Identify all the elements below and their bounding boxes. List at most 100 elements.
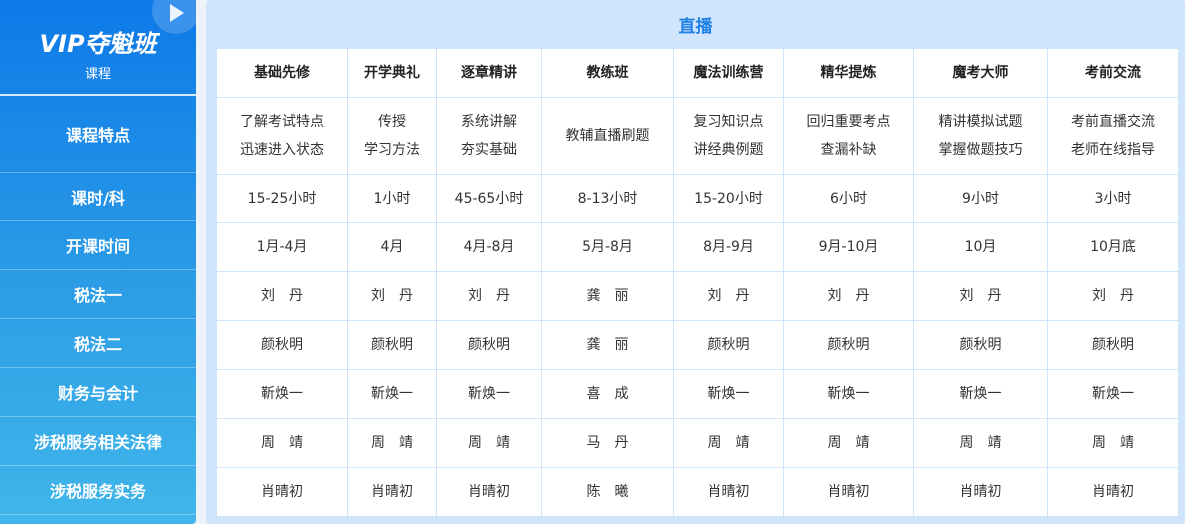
- table-cell: 考前直播交流 老师在线指导: [1047, 97, 1179, 175]
- cell-text: 了解考试特点: [240, 114, 324, 130]
- table-cell: 刘 丹: [216, 271, 348, 321]
- table-cell: 传授 学习方法: [347, 97, 437, 175]
- cell-text: 3小时: [1094, 190, 1132, 207]
- column-header: 精华提炼: [783, 48, 914, 98]
- cell-text: 颜秋明: [468, 337, 510, 353]
- table-cell: 精讲模拟试题 掌握做题技巧: [913, 97, 1048, 175]
- cell-text: 8-13小时: [577, 190, 638, 207]
- table-cell: 周 靖: [673, 418, 784, 468]
- sidebar-row-label: 税法二: [0, 319, 196, 368]
- cell-text: 考前直播交流: [1071, 114, 1155, 130]
- cell-text: 肖晴初: [468, 484, 510, 500]
- table-cell: 教辅直播刷题: [541, 97, 674, 175]
- table-cell: 靳焕一: [783, 369, 914, 419]
- table-cell: 肖晴初: [783, 467, 914, 517]
- cell-text: 传授: [378, 114, 406, 130]
- cell-text: 查漏补缺: [820, 142, 877, 158]
- table-cell: 刘 丹: [913, 271, 1048, 321]
- table-cell: 肖晴初: [913, 467, 1048, 517]
- cell-text: 马 丹: [586, 435, 629, 451]
- column-header: 开学典礼: [347, 48, 437, 98]
- sidebar-header: VIP夺魁班 课程: [0, 0, 196, 96]
- table-cell: 5月-8月: [541, 222, 674, 272]
- cell-text: 颜秋明: [827, 337, 870, 353]
- cell-text: 刘 丹: [468, 288, 510, 304]
- cell-text: 周 靖: [468, 435, 510, 451]
- table-cell: 颜秋明: [783, 320, 914, 370]
- sidebar-row-label: 开课时间: [0, 221, 196, 270]
- cell-text: 喜 成: [586, 386, 629, 402]
- cell-text: 精讲模拟试题: [938, 114, 1023, 130]
- table-row: 肖晴初 肖晴初 肖晴初 陈 曦 肖晴初 肖晴初 肖晴初 肖晴初: [216, 467, 1179, 517]
- table-cell: 了解考试特点 迅速进入状态: [216, 97, 348, 175]
- column-header: 逐章精讲: [436, 48, 542, 98]
- table-cell: 45-65小时: [436, 174, 542, 223]
- table-cell: 系统讲解 夯实基础: [436, 97, 542, 175]
- table-cell: 龚 丽: [541, 320, 674, 370]
- table-cell: 刘 丹: [436, 271, 542, 321]
- cell-text: 肖晴初: [261, 484, 303, 500]
- table-cell: 9月-10月: [783, 222, 914, 272]
- table-cell: 3小时: [1047, 174, 1179, 223]
- cell-text: 夯实基础: [461, 142, 517, 158]
- cell-text: 靳焕一: [261, 386, 303, 402]
- table-cell: 周 靖: [436, 418, 542, 468]
- cell-text: 靳焕一: [371, 386, 413, 402]
- cell-text: 靳焕一: [468, 386, 510, 402]
- table-cell: 周 靖: [913, 418, 1048, 468]
- table-cell: 1月-4月: [216, 222, 348, 272]
- column-header: 魔法训练营: [673, 48, 784, 98]
- cell-text: 肖晴初: [827, 484, 870, 500]
- table-cell: 周 靖: [1047, 418, 1179, 468]
- table-cell: 8月-9月: [673, 222, 784, 272]
- table-row: 刘 丹刘 丹刘 丹龚 丽刘 丹刘 丹刘 丹刘 丹: [216, 271, 1179, 321]
- cell-text: 5月-8月: [582, 239, 633, 255]
- cell-text: 45-65小时: [454, 190, 524, 207]
- column-header: 考前交流: [1047, 48, 1179, 98]
- sidebar: VIP夺魁班 课程 课程特点 课时/科 开课时间 税法一 税法二 财务与会计 涉税服务相关法…: [0, 0, 196, 524]
- table-cell: 6小时: [783, 174, 914, 223]
- cell-text: 龚 丽: [586, 337, 629, 353]
- column-header: 教练班: [541, 48, 674, 98]
- table-cell: 颜秋明: [913, 320, 1048, 370]
- cell-text: 颜秋明: [261, 337, 303, 353]
- cell-text: 6小时: [830, 190, 867, 207]
- cell-text: 刘 丹: [1092, 288, 1134, 304]
- cell-text: 掌握做题技巧: [938, 142, 1023, 158]
- table-cell: 马 丹: [541, 418, 674, 468]
- cell-text: 刘 丹: [959, 288, 1002, 304]
- cell-text: 刘 丹: [827, 288, 870, 304]
- cell-text: 学习方法: [364, 142, 420, 158]
- cell-text: 周 靖: [827, 435, 870, 451]
- table-cell: 9小时: [913, 174, 1048, 223]
- table-row: 1月-4月 4月 4月-8月 5月-8月 8月-9月 9月-10月 10月 10月底: [216, 222, 1179, 272]
- table-row: 颜秋明 颜秋明 颜秋明 龚 丽 颜秋明 颜秋明 颜秋明 颜秋明: [216, 320, 1179, 370]
- cell-text: 迅速进入状态: [240, 142, 324, 158]
- course-subtitle: 课程: [84, 67, 111, 82]
- table-cell: 10月底: [1047, 222, 1179, 272]
- sidebar-row-label: 财务与会计: [0, 368, 196, 417]
- cell-text: 系统讲解: [461, 114, 517, 130]
- table-cell: 肖晴初: [1047, 467, 1179, 517]
- cell-text: 颜秋明: [371, 337, 413, 353]
- sidebar-row-label: 涉税服务实务: [0, 466, 196, 515]
- cell-text: 陈 曦: [586, 484, 629, 500]
- table-cell: 颜秋明: [673, 320, 784, 370]
- table-cell: 刘 丹: [673, 271, 784, 321]
- table-cell: 颜秋明: [436, 320, 542, 370]
- live-panel: 直播 基础先修 开学典礼 逐章精讲 教练班 魔法训练营 精华提炼 魔考大师 考前交流 了解考试…: [206, 0, 1185, 524]
- cell-text: 肖晴初: [371, 484, 413, 500]
- table-cell: 15-20小时: [673, 174, 784, 223]
- table-cell: 靳焕一: [216, 369, 348, 419]
- cell-text: 颜秋明: [707, 337, 750, 353]
- table-cell: 喜 成: [541, 369, 674, 419]
- cell-text: 8月-9月: [703, 239, 754, 255]
- table-row: 周 靖周 靖周 靖马 丹周 靖周 靖周 靖周 靖: [216, 418, 1179, 468]
- table-cell: 15-25小时: [216, 174, 348, 223]
- cell-text: 老师在线指导: [1071, 142, 1155, 158]
- table-cell: 周 靖: [783, 418, 914, 468]
- table-cell: 陈 曦: [541, 467, 674, 517]
- cell-text: 1小时: [373, 190, 411, 207]
- table-cell: 颜秋明: [347, 320, 437, 370]
- cell-text: 肖晴初: [959, 484, 1002, 500]
